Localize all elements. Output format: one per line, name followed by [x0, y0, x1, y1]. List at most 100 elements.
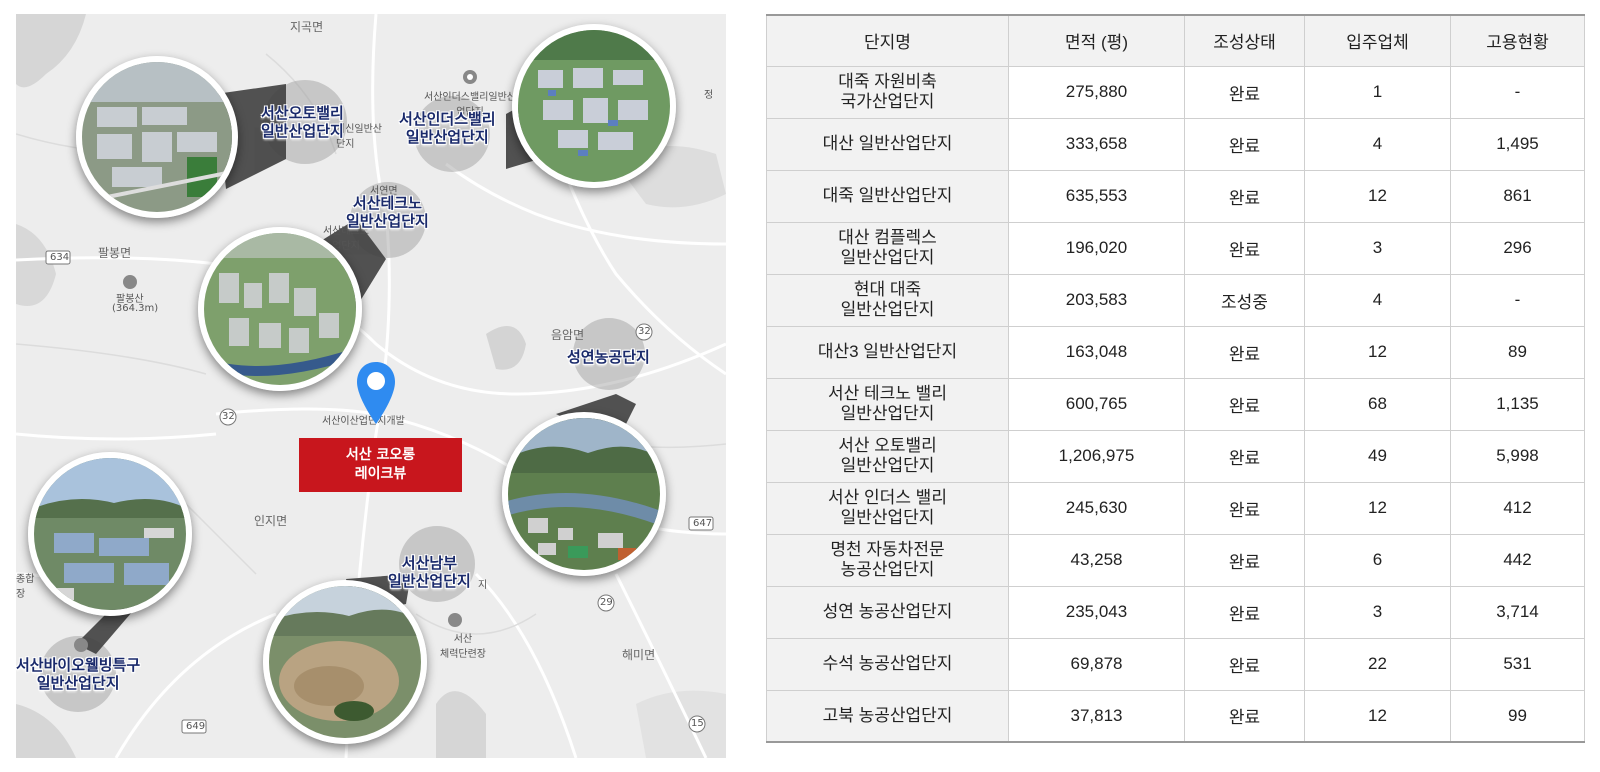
location-pin-icon [357, 362, 395, 424]
photo-bio [28, 452, 192, 616]
zone-label-bio: 서산바이오웰빙특구 일반산업단지 [16, 656, 140, 692]
cell-tenants: 1 [1304, 65, 1451, 119]
cell-status: 완료 [1184, 65, 1305, 119]
cell-status: 완료 [1184, 689, 1305, 743]
cell-employment: 1,135 [1450, 377, 1585, 431]
table-row: 서산 오토밸리 일반산업단지 1,206,975 완료 49 5,998 [766, 429, 1585, 483]
industrial-complex-table-container: 단지명 면적 (평) 조성상태 입주업체 고용현황 대죽 자원비축 국가산업단지 2… [766, 14, 1585, 743]
cell-tenants: 3 [1304, 585, 1451, 639]
cell-area: 275,880 [1008, 65, 1185, 119]
cell-employment: 296 [1450, 221, 1585, 275]
cell-name: 성연 농공산업단지 [766, 585, 1009, 639]
photo-seongyeon [502, 412, 666, 576]
cell-name-line: 수석 농공산업단지 [822, 654, 953, 673]
header-tenants: 입주업체 [1304, 14, 1451, 67]
cell-area: 69,878 [1008, 637, 1185, 691]
zone-seongyeon-line1: 성연농공단지 [567, 348, 650, 366]
table-row: 대산 컴플렉스 일반산업단지 196,020 완료 3 296 [766, 221, 1585, 275]
place-jiphap: 종합 장 [16, 574, 35, 600]
cell-area: 203,583 [1008, 273, 1185, 327]
cell-tenants: 49 [1304, 429, 1451, 483]
zone-techno-line2: 일반산업단지 [346, 212, 429, 230]
cell-name-line: 현대 대죽 [853, 280, 922, 299]
zone-indus-line1: 서산인더스밸리 [399, 110, 496, 128]
header-area: 면적 (평) [1008, 14, 1185, 67]
zone-label-seongyeon: 성연농공단지 [567, 348, 650, 366]
cell-name: 대산3 일반산업단지 [766, 325, 1009, 379]
cell-name-line: 대산 일반산업단지 [822, 134, 953, 153]
place-palbong: 팔봉면 [98, 246, 132, 260]
cell-name: 대죽 자원비축 국가산업단지 [766, 65, 1009, 119]
cell-name-line: 성연 농공산업단지 [822, 602, 953, 621]
header-status: 조성상태 [1184, 14, 1305, 67]
table-body: 대죽 자원비축 국가산업단지 275,880 완료 1- 대산 일반산업단지 333,658… [766, 65, 1585, 743]
zone-auto-line1: 서산오토밸리 [261, 104, 344, 122]
location-map: 634 32 32 647 649 29 15 지곡면 팔봉면 팔봉산 (364… [16, 14, 726, 758]
cell-tenants: 22 [1304, 637, 1451, 691]
table-row: 대죽 일반산업단지 635,553 완료 12 861 [766, 169, 1585, 223]
zone-indus-line2: 일반산업단지 [405, 128, 489, 146]
cell-status: 완료 [1184, 585, 1305, 639]
cell-tenants: 12 [1304, 325, 1451, 379]
zone-label-indus: 서산인더스밸리 일반산업단지 [399, 110, 496, 146]
cell-status: 완료 [1184, 117, 1305, 171]
table-row: 대산3 일반산업단지 163,048 완료 12 89 [766, 325, 1585, 379]
cell-status: 완료 [1184, 481, 1305, 535]
cell-employment: 5,998 [1450, 429, 1585, 483]
table-row: 현대 대죽 일반산업단지 203,583 조성중 4- [766, 273, 1585, 327]
cell-name-line: 고북 농공산업단지 [822, 705, 953, 725]
cell-tenants: 12 [1304, 169, 1451, 223]
cell-name-line: 일반산업단지 [840, 404, 935, 423]
zone-bio-line1: 서산바이오웰빙특구 [16, 656, 141, 674]
cell-employment: 89 [1450, 325, 1585, 379]
place-eumam: 음암면 [551, 328, 585, 342]
place-haemi: 해미면 [622, 648, 656, 662]
zone-nambu-line1: 서산남부 [401, 554, 457, 572]
cell-name-line: 서산 테크노 밸리 [828, 384, 947, 403]
cell-name-line: 대죽 일반산업단지 [822, 186, 953, 205]
cell-area: 600,765 [1008, 377, 1185, 431]
cell-status: 완료 [1184, 221, 1305, 275]
cell-area: 163,048 [1008, 325, 1185, 379]
cell-area: 196,020 [1008, 221, 1185, 275]
cell-employment: 3,714 [1450, 585, 1585, 639]
cell-name-line: 대산3 일반산업단지 [817, 342, 958, 361]
cell-employment: - [1450, 65, 1585, 119]
cell-name-line: 일반산업단지 [840, 248, 935, 267]
cell-tenants: 12 [1304, 481, 1451, 535]
cell-employment: 531 [1450, 637, 1585, 691]
cell-name-line: 서산 인더스 밸리 [828, 488, 947, 507]
table-row: 대죽 자원비축 국가산업단지 275,880 완료 1- [766, 65, 1585, 119]
cell-tenants: 68 [1304, 377, 1451, 431]
cell-area: 1,206,975 [1008, 429, 1185, 483]
place-palbong-mt-height: (364.3m) [112, 303, 159, 314]
cell-tenants: 3 [1304, 221, 1451, 275]
cell-area: 245,630 [1008, 481, 1185, 535]
place-sports: 서산 체력단련장 [440, 634, 486, 660]
cell-status: 완료 [1184, 377, 1305, 431]
cell-employment: 412 [1450, 481, 1585, 535]
table-row: 서산 테크노 밸리 일반산업단지 600,765 완료 68 1,135 [766, 377, 1585, 431]
industrial-complex-table: 단지명 면적 (평) 조성상태 입주업체 고용현황 대죽 자원비축 국가산업단지 2… [766, 14, 1585, 743]
cell-status: 완료 [1184, 325, 1305, 379]
zone-auto-line2: 일반산업단지 [261, 122, 344, 140]
table-row: 명천 자동차전문 농공산업단지 43,258 완료 6 442 [766, 533, 1585, 587]
cell-name-line: 대죽 자원비축 [838, 72, 937, 91]
cell-name: 대산 일반산업단지 [766, 117, 1009, 171]
cell-area: 333,658 [1008, 117, 1185, 171]
marker-line2: 레이크뷰 [354, 466, 407, 482]
zone-label-techno: 서산테크노 일반산업단지 [346, 194, 429, 230]
cell-name: 서산 테크노 밸리 일반산업단지 [766, 377, 1009, 431]
cell-tenants: 4 [1304, 273, 1451, 327]
cell-area: 43,258 [1008, 533, 1185, 587]
cell-name-line: 일반산업단지 [840, 456, 935, 475]
cell-tenants: 4 [1304, 117, 1451, 171]
cell-status: 조성중 [1184, 273, 1305, 327]
table-header-row: 단지명 면적 (평) 조성상태 입주업체 고용현황 [766, 14, 1585, 67]
cell-employment: - [1450, 273, 1585, 327]
table-row: 고북 농공산업단지 37,813 완료 12 99 [766, 689, 1585, 743]
cell-name: 현대 대죽 일반산업단지 [766, 273, 1009, 327]
zone-techno-line1: 서산테크노 [352, 194, 422, 212]
cell-status: 완료 [1184, 533, 1305, 587]
cell-employment: 861 [1450, 169, 1585, 223]
